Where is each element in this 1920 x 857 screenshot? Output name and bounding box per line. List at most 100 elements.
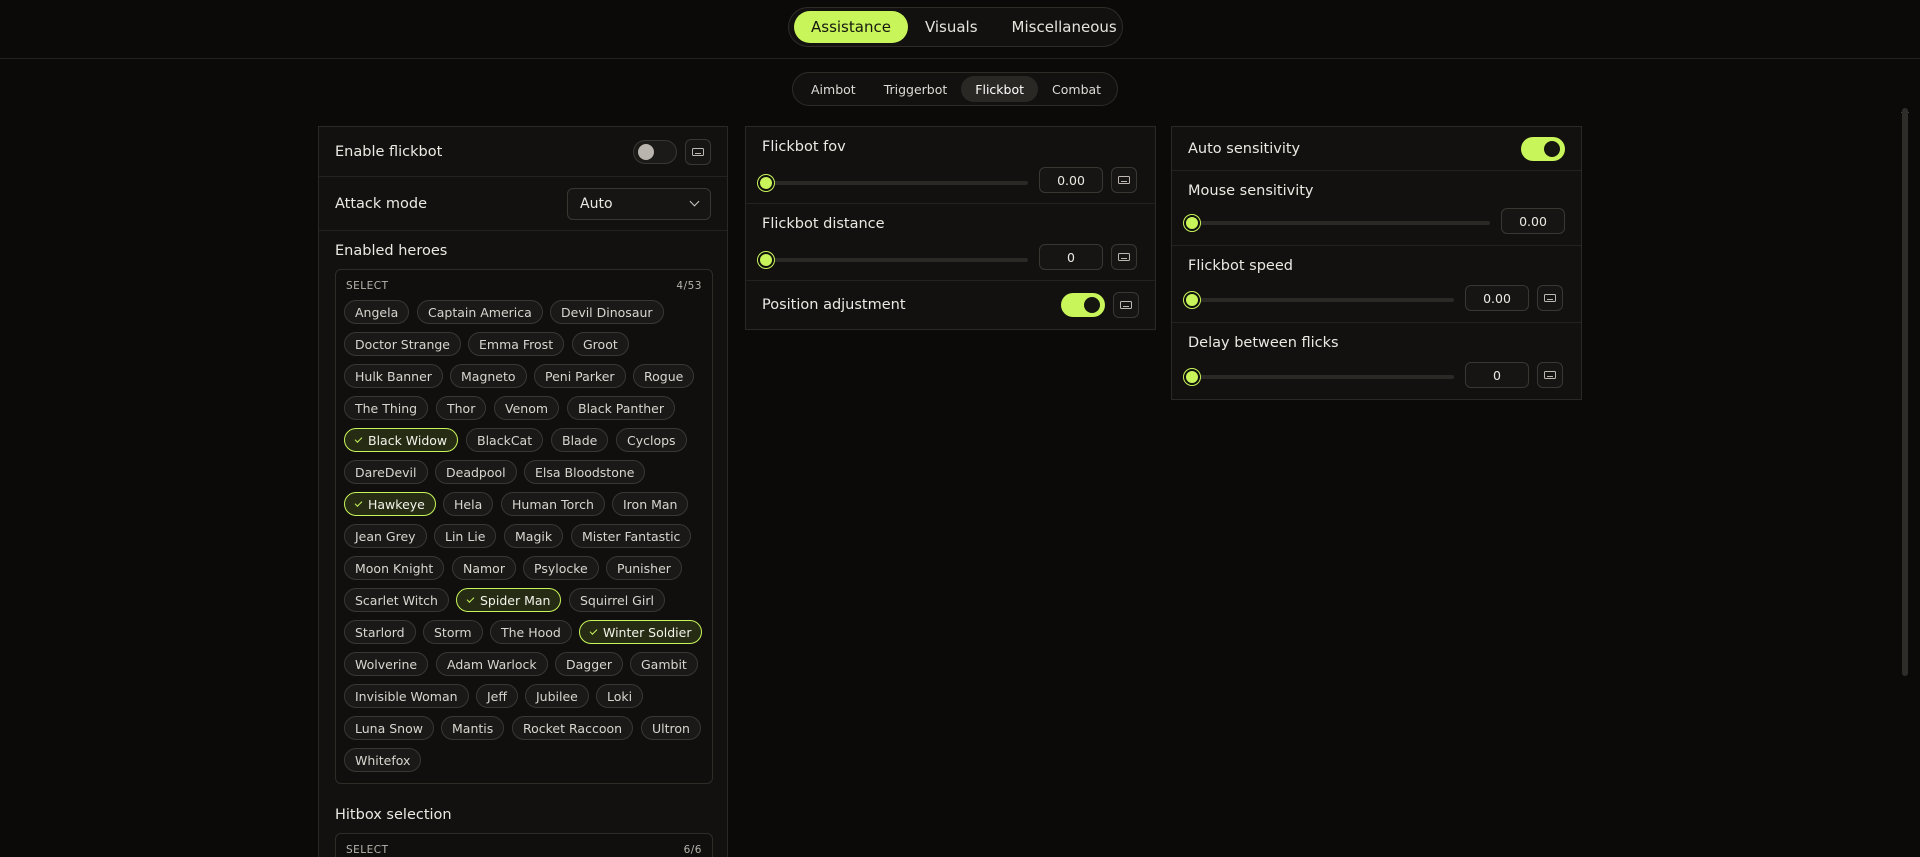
hero-chip[interactable]: The Hood	[490, 620, 572, 644]
hero-chip[interactable]: Hela	[443, 492, 494, 516]
hero-chip[interactable]: Winter Soldier	[579, 620, 703, 644]
flickbot-fov-label: Flickbot fov	[762, 139, 846, 155]
keybind-button[interactable]	[685, 138, 711, 165]
hero-chip[interactable]: Scarlet Witch	[344, 588, 449, 612]
flickbot-speed-value[interactable]: 0.00	[1465, 285, 1529, 311]
keybind-button[interactable]	[1111, 244, 1137, 270]
mouse-sensitivity-value[interactable]: 0.00	[1501, 208, 1565, 234]
keybind-button[interactable]	[1537, 285, 1563, 311]
flickbot-distance-value[interactable]: 0	[1039, 244, 1103, 270]
hero-chip-label: Cyclops	[627, 432, 676, 448]
hero-chip[interactable]: Venom	[494, 396, 560, 420]
hero-chip[interactable]: Mantis	[441, 716, 505, 740]
hero-chip[interactable]: Black Widow	[344, 428, 459, 452]
hero-chip[interactable]: Loki	[596, 684, 644, 708]
tab-triggerbot[interactable]: Triggerbot	[870, 76, 962, 102]
hero-chip[interactable]: Ultron	[641, 716, 701, 740]
tab-visuals[interactable]: Visuals	[908, 11, 995, 43]
hero-chip[interactable]: BlackCat	[466, 428, 544, 452]
heroes-select-label: SELECT	[346, 280, 389, 292]
hero-chip[interactable]: The Thing	[344, 396, 429, 420]
delay-between-flicks-value[interactable]: 0	[1465, 362, 1529, 388]
auto-sensitivity-toggle[interactable]	[1521, 136, 1565, 161]
hero-chip[interactable]: Rogue	[633, 364, 695, 388]
hero-chip[interactable]: Starlord	[344, 620, 416, 644]
hero-chip[interactable]: Jeff	[476, 684, 518, 708]
keybind-button[interactable]	[1111, 167, 1137, 193]
keybind-button[interactable]	[1537, 362, 1563, 388]
mouse-sensitivity-thumb[interactable]	[1184, 215, 1200, 231]
hero-chip[interactable]: Namor	[452, 556, 516, 580]
enable-flickbot-toggle[interactable]	[633, 139, 677, 164]
hero-chip[interactable]: Squirrel Girl	[569, 588, 665, 612]
keybind-button[interactable]	[1113, 292, 1139, 318]
hero-chip[interactable]: Black Panther	[567, 396, 676, 420]
hero-chip[interactable]: Magik	[504, 524, 564, 548]
mouse-sensitivity-track[interactable]	[1188, 221, 1490, 225]
flickbot-speed-thumb[interactable]	[1184, 292, 1200, 308]
page-scrollbar[interactable]	[1902, 108, 1908, 676]
hero-chip[interactable]: Devil Dinosaur	[550, 300, 664, 324]
hero-chip[interactable]: Emma Frost	[468, 332, 565, 356]
tab-combat[interactable]: Combat	[1038, 76, 1115, 102]
flickbot-speed-track[interactable]	[1188, 298, 1454, 302]
keyboard-icon	[692, 147, 704, 156]
hero-chip[interactable]: Psylocke	[523, 556, 599, 580]
hero-chip[interactable]: Storm	[423, 620, 483, 644]
hero-chip-label: Loki	[607, 688, 633, 704]
hero-chip[interactable]: Deadpool	[435, 460, 517, 484]
tab-miscellaneous[interactable]: Miscellaneous	[995, 11, 1134, 43]
hero-chip[interactable]: Gambit	[630, 652, 698, 676]
hero-chip[interactable]: Hulk Banner	[344, 364, 443, 388]
hero-chip[interactable]: Punisher	[606, 556, 682, 580]
position-adjustment-toggle[interactable]	[1061, 293, 1105, 317]
hero-chip[interactable]: Spider Man	[456, 588, 562, 612]
hero-chip[interactable]: Peni Parker	[534, 364, 626, 388]
hero-chip[interactable]: Elsa Bloodstone	[524, 460, 646, 484]
flickbot-distance-thumb[interactable]	[758, 252, 774, 268]
hero-chip[interactable]: Lin Lie	[434, 524, 497, 548]
flickbot-general-panel: Enable flickbot Attack mode Auto Enabled…	[318, 126, 728, 857]
hero-chip[interactable]: Hawkeye	[344, 492, 436, 516]
flickbot-fov-value[interactable]: 0.00	[1039, 167, 1103, 193]
sub-nav: Aimbot Triggerbot Flickbot Combat	[792, 72, 1118, 106]
tab-flickbot[interactable]: Flickbot	[961, 76, 1039, 102]
hero-chip[interactable]: Dagger	[555, 652, 623, 676]
hero-chip[interactable]: Luna Snow	[344, 716, 434, 740]
hero-chip[interactable]: Doctor Strange	[344, 332, 461, 356]
hero-chip[interactable]: Blade	[551, 428, 609, 452]
hero-chip[interactable]: Thor	[436, 396, 487, 420]
hero-chip-label: Wolverine	[355, 656, 418, 672]
hero-chip-label: Black Panther	[578, 400, 665, 416]
hero-chip[interactable]: DareDevil	[344, 460, 428, 484]
hero-chip[interactable]: Jean Grey	[344, 524, 427, 548]
hero-chip[interactable]: Mister Fantastic	[571, 524, 692, 548]
hero-chip[interactable]: Jubilee	[525, 684, 589, 708]
flickbot-distance-track[interactable]	[762, 258, 1028, 262]
hero-chip[interactable]: Captain America	[417, 300, 543, 324]
attack-mode-select[interactable]: Auto	[567, 187, 711, 220]
hero-chip[interactable]: Magneto	[450, 364, 527, 388]
delay-between-flicks-row: Delay between flicks 0	[1172, 323, 1581, 399]
hero-chip[interactable]: Invisible Woman	[344, 684, 469, 708]
hero-chip-label: Hulk Banner	[355, 368, 432, 384]
hero-chip[interactable]: Adam Warlock	[436, 652, 548, 676]
hero-chip[interactable]: Whitefox	[344, 748, 422, 772]
delay-between-flicks-track[interactable]	[1188, 375, 1454, 379]
hero-chip[interactable]: Moon Knight	[344, 556, 445, 580]
tab-assistance[interactable]: Assistance	[794, 11, 908, 43]
flickbot-fov-track[interactable]	[762, 181, 1028, 185]
tab-aimbot[interactable]: Aimbot	[797, 76, 870, 102]
hero-chip[interactable]: Human Torch	[501, 492, 605, 516]
hero-chip[interactable]: Rocket Raccoon	[512, 716, 634, 740]
flickbot-fov-thumb[interactable]	[758, 175, 774, 191]
hero-chip[interactable]: Iron Man	[612, 492, 689, 516]
hero-chip-label: Mantis	[452, 720, 494, 736]
delay-between-flicks-thumb[interactable]	[1184, 369, 1200, 385]
enable-flickbot-label: Enable flickbot	[335, 143, 443, 160]
hero-chip-label: Hela	[454, 496, 483, 512]
hero-chip[interactable]: Cyclops	[616, 428, 687, 452]
hero-chip[interactable]: Groot	[572, 332, 629, 356]
hero-chip[interactable]: Angela	[344, 300, 410, 324]
hero-chip[interactable]: Wolverine	[344, 652, 429, 676]
